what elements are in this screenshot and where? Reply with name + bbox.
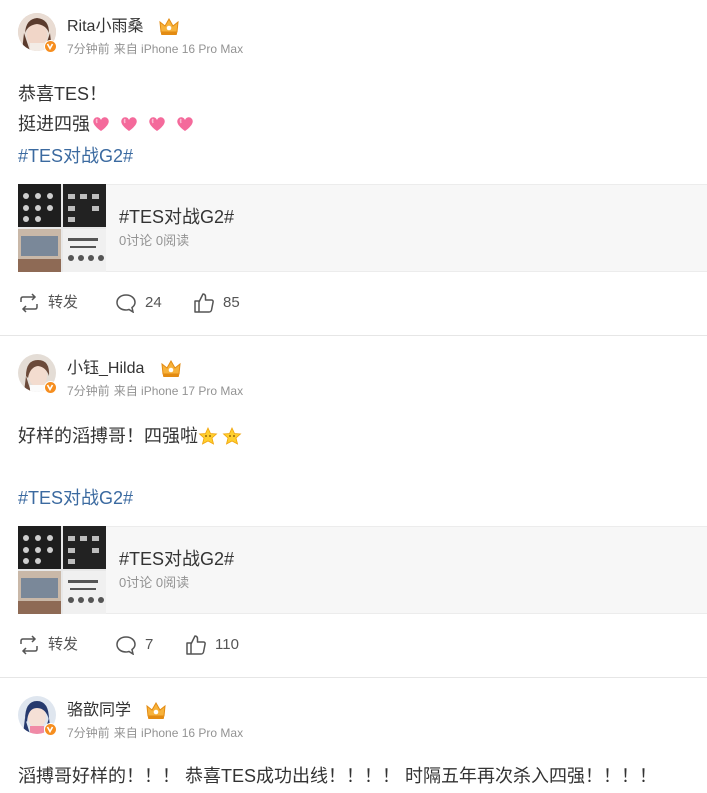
- pink-heart-emoji: [175, 114, 195, 140]
- repost-icon: [20, 635, 38, 655]
- post-text-line: 好样的滔搏哥！四强啦: [18, 423, 244, 452]
- topic-card-title: #TES对战G2#: [119, 207, 235, 227]
- comment-button[interactable]: 24: [115, 293, 162, 313]
- post-source: 来自 iPhone 16 Pro Max: [113, 726, 244, 740]
- hashtag-link[interactable]: #TES对战G2#: [18, 143, 133, 169]
- username[interactable]: Rita小雨桑: [67, 17, 143, 37]
- repost-button[interactable]: 转发: [18, 635, 78, 655]
- vip-crown-icon[interactable]: [145, 701, 167, 721]
- weibo-post: Rita小雨桑 7分钟前 来自 iPhone 16 Pro Max 恭喜TES！ …: [0, 0, 707, 336]
- post-time: 7分钟前: [67, 42, 110, 56]
- thumbs-up-icon: [186, 635, 206, 655]
- star-emoji: [198, 426, 218, 452]
- star-emoji: [222, 426, 242, 452]
- repost-icon: [20, 293, 38, 313]
- verified-badge-icon: [44, 40, 57, 53]
- comment-icon: [116, 294, 136, 313]
- like-count: 110: [215, 636, 239, 653]
- topic-card-stats: 0讨论 0阅读: [119, 575, 190, 590]
- thumbs-up-icon: [194, 293, 214, 313]
- comment-icon: [116, 636, 136, 655]
- comment-count: 24: [145, 294, 162, 311]
- vip-crown-icon[interactable]: [160, 359, 182, 379]
- topic-card[interactable]: #TES对战G2# 0讨论 0阅读: [18, 526, 707, 614]
- verified-badge-icon: [44, 381, 57, 394]
- like-count: 85: [223, 294, 240, 311]
- like-button[interactable]: 110: [185, 635, 239, 655]
- verified-badge-icon: [44, 723, 57, 736]
- post-source: 来自 iPhone 17 Pro Max: [113, 384, 244, 398]
- post-text-line: 挺进四强: [18, 111, 197, 140]
- comment-button[interactable]: 7: [115, 635, 153, 655]
- topic-thumbnail: [18, 526, 106, 614]
- post-text-line: 滔搏哥好样的！！！ 恭喜TES成功出线！！！！ 时隔五年再次杀入四强！！！！: [18, 766, 658, 786]
- post-time: 7分钟前: [67, 726, 110, 740]
- hashtag-link[interactable]: #TES对战G2#: [18, 485, 133, 511]
- repost-button[interactable]: 转发: [18, 293, 78, 313]
- pink-heart-emoji: [91, 114, 111, 140]
- like-button[interactable]: 85: [193, 293, 240, 313]
- post-source: 来自 iPhone 16 Pro Max: [113, 42, 244, 56]
- topic-card[interactable]: #TES对战G2# 0讨论 0阅读: [18, 184, 707, 272]
- topic-thumbnail: [18, 184, 106, 272]
- username[interactable]: 小钰_Hilda: [67, 359, 144, 379]
- topic-card-stats: 0讨论 0阅读: [119, 233, 190, 248]
- topic-card-title: #TES对战G2#: [119, 549, 235, 569]
- post-meta: 7分钟前 来自 iPhone 17 Pro Max: [67, 383, 243, 399]
- pink-heart-emoji: [119, 114, 139, 140]
- vip-crown-icon[interactable]: [158, 17, 180, 37]
- post-meta: 7分钟前 来自 iPhone 16 Pro Max: [67, 725, 243, 741]
- repost-label: 转发: [48, 636, 79, 653]
- post-time: 7分钟前: [67, 384, 110, 398]
- weibo-post: 骆歆同学 7分钟前 来自 iPhone 16 Pro Max 滔搏哥好样的！！！ …: [0, 678, 707, 793]
- repost-label: 转发: [48, 294, 79, 311]
- comment-count: 7: [145, 636, 154, 653]
- weibo-post: 小钰_Hilda 7分钟前 来自 iPhone 17 Pro Max 好样的滔搏哥…: [0, 336, 707, 678]
- post-meta: 7分钟前 来自 iPhone 16 Pro Max: [67, 41, 243, 57]
- username[interactable]: 骆歆同学: [67, 701, 131, 721]
- post-text-line: 恭喜TES！: [18, 84, 108, 104]
- pink-heart-emoji: [147, 114, 167, 140]
